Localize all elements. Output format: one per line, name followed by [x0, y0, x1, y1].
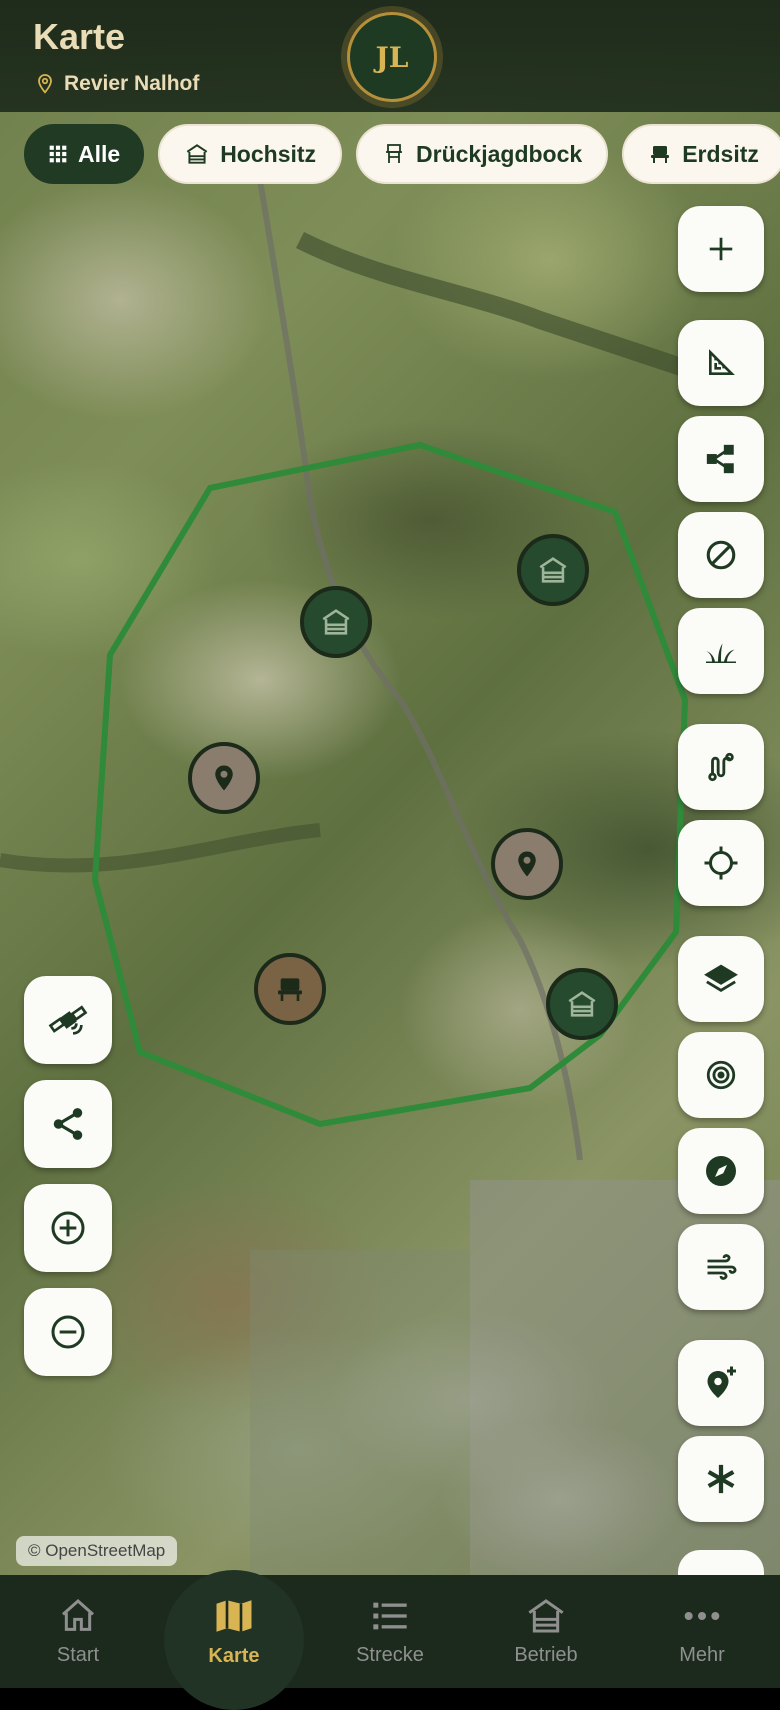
nav-label: Strecke: [356, 1644, 424, 1666]
target-icon: [706, 1060, 736, 1090]
grid-icon: [49, 145, 67, 163]
hochsitz-icon: [322, 609, 350, 635]
wind-icon: [707, 1254, 737, 1280]
filter-chip-drueckjagdbock[interactable]: Drückjagdbock: [356, 124, 609, 184]
nav-label: Start: [56, 1644, 100, 1666]
layers-icon: [704, 964, 738, 992]
revier-name: Revier Nalhof: [64, 72, 200, 95]
nav-item-start[interactable]: Start: [0, 1575, 156, 1688]
plus-icon: [709, 237, 733, 261]
add-button[interactable]: [678, 206, 764, 292]
route-icon: [708, 752, 734, 782]
satellite-map[interactable]: [0, 0, 780, 1575]
exclusion-zone-button[interactable]: [678, 512, 764, 598]
chip-label: Hochsitz: [220, 140, 317, 167]
nav-label: Betrieb: [514, 1644, 578, 1666]
filter-chip-erdsitz[interactable]: Erdsitz: [622, 124, 780, 184]
crosshair-icon: [704, 846, 738, 880]
satellite-button[interactable]: [24, 976, 112, 1064]
list-icon: [373, 1602, 407, 1630]
filter-chip-alle[interactable]: Alle: [24, 124, 145, 184]
chip-label: Erdsitz: [682, 140, 759, 167]
map-header: Karte Revier Nalhof JL: [0, 0, 780, 112]
nav-label: Mehr: [679, 1644, 725, 1666]
nav-item-mehr[interactable]: Mehr: [624, 1575, 780, 1688]
asterisk-icon: [707, 1464, 735, 1494]
map-terrain: [0, 179, 780, 1575]
vegetation-button[interactable]: [678, 608, 764, 694]
compass-icon: [706, 1156, 736, 1186]
add-location-button[interactable]: [678, 1340, 764, 1426]
special-button[interactable]: [678, 1436, 764, 1522]
location-pin-marker[interactable]: [188, 742, 260, 814]
chip-label: Drückjagdbock: [416, 140, 583, 167]
satellite-icon: [48, 1005, 88, 1035]
nav-item-strecke[interactable]: Strecke: [312, 1575, 468, 1688]
erdsitz-icon: [651, 146, 670, 163]
share-nodes-icon: [706, 444, 734, 474]
zoom-out-icon: [51, 1315, 85, 1349]
hochsitz-icon: [539, 557, 567, 583]
revier-selector[interactable]: Revier Nalhof: [36, 72, 199, 96]
wind-button[interactable]: [678, 1224, 764, 1310]
zoom-in-button[interactable]: [24, 1184, 112, 1272]
share-icon: [53, 1108, 83, 1140]
grass-icon: [706, 643, 736, 663]
filter-chip-hochsitz[interactable]: Hochsitz: [158, 124, 343, 184]
location-pin-icon: [215, 765, 233, 791]
location-pin-icon: [518, 851, 536, 877]
chip-label: Alle: [78, 140, 121, 167]
home-icon: [62, 1598, 94, 1631]
nav-label: Karte: [208, 1645, 260, 1667]
layers-button[interactable]: [678, 936, 764, 1022]
hochsitz-marker[interactable]: [300, 586, 372, 658]
my-location-button[interactable]: [678, 820, 764, 906]
page-title: Karte: [33, 16, 126, 57]
add-location-icon: [707, 1366, 736, 1398]
filter-chips: Alle Hochsitz Drückjagdbock Erdsitz: [24, 124, 780, 184]
connect-button[interactable]: [678, 416, 764, 502]
app-logo: JL: [347, 12, 437, 102]
nav-item-karte[interactable]: Karte: [156, 1575, 312, 1688]
map-icon: [216, 1600, 252, 1632]
hochsitz-icon: [186, 144, 208, 164]
ruler-icon: [709, 349, 735, 375]
nav-item-betrieb[interactable]: Betrieb: [468, 1575, 624, 1688]
hochsitz-icon: [568, 991, 596, 1017]
hochsitz-marker[interactable]: [517, 534, 589, 606]
share-button[interactable]: [24, 1080, 112, 1168]
measure-button[interactable]: [678, 320, 764, 406]
forbidden-icon: [706, 540, 736, 570]
location-pin-icon: [38, 74, 52, 94]
erdsitz-marker[interactable]: [254, 953, 326, 1025]
erdsitz-icon: [278, 978, 302, 1001]
zoom-in-icon: [51, 1211, 85, 1245]
zoom-out-button[interactable]: [24, 1288, 112, 1376]
hochsitz-marker[interactable]: [546, 968, 618, 1040]
location-pin-marker[interactable]: [491, 828, 563, 900]
route-button[interactable]: [678, 724, 764, 810]
drueckjagdbock-icon: [386, 144, 403, 163]
target-button[interactable]: [678, 1032, 764, 1118]
hut-icon: [528, 1599, 564, 1633]
more-icon: [684, 1612, 720, 1620]
map-attribution[interactable]: © OpenStreetMap: [16, 1536, 178, 1566]
compass-button[interactable]: [678, 1128, 764, 1214]
